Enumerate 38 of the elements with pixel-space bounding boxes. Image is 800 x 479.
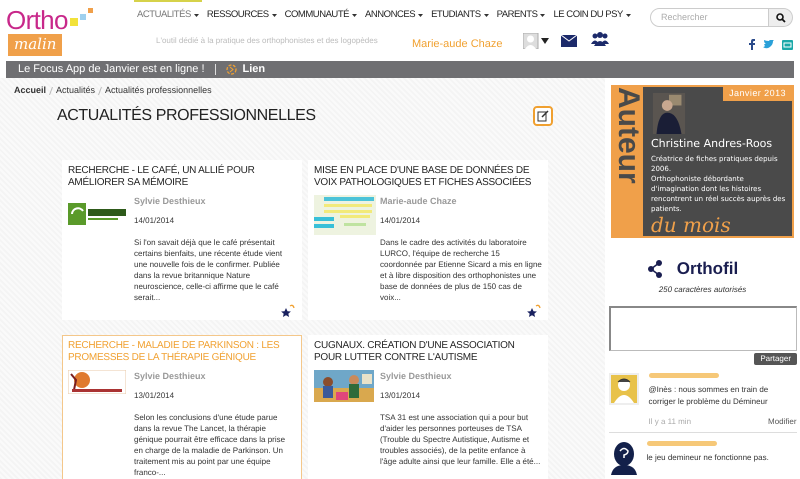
article-title[interactable]: MISE EN PLACE D'UNE BASE DE DONNÉES DE VOIX PATHOLOGIQUES ET FICHES ASSOCIÉES [314, 164, 542, 188]
nav-tab[interactable]: RESSOURCES [204, 0, 280, 24]
announcement-link[interactable]: Lien [242, 61, 266, 78]
share-button[interactable]: Partager [754, 352, 797, 364]
announcement-text: Le Focus App de Janvier est en ligne ! [18, 62, 205, 78]
logo-wordmark[interactable]: Ortho [6, 6, 68, 34]
character-limit-hint: 250 caractères autorisés [658, 284, 746, 296]
nav-tab[interactable]: COMMUNAUTÉ [282, 0, 360, 24]
edit-link[interactable]: Modifier [768, 416, 796, 428]
banner-footer-word: du mois [651, 214, 732, 236]
article-excerpt: Dans le cadre des activités du laboratoire LURCO, l'équipe de recherche 15 coordonnée par Etienne Sicard a mis en ligne et à libre disposition des orthophonistes une base de données de plus de 150 cas de voix... [380, 237, 542, 303]
banner-month: Janvier 2013 [723, 87, 792, 100]
search-field[interactable]: Rechercher [650, 8, 769, 27]
breadcrumb-link[interactable]: Actualités professionnelles [105, 84, 212, 98]
nav-tab[interactable]: PARENTS [494, 0, 548, 24]
breadcrumb-link[interactable]: Actualités [56, 84, 96, 98]
breadcrumb-link[interactable]: Accueil [14, 84, 46, 98]
author-name: Christine Andres-Roos [651, 136, 774, 152]
article-excerpt: Si l'on savait déjà que le café présentait certains bienfaits, une récente étude vient une nouvelle fois de le confirmer. Publiée dans la revue britannique Nature neuroscience, celle-ci affirme que le café serait... [134, 237, 284, 303]
banner-side-word: Auteur [613, 87, 643, 184]
article-date: 13/01/2014 [134, 390, 176, 402]
nav-tab[interactable]: ANNONCES [362, 0, 426, 24]
comment-text: le jeu demineur ne fonctionne pas. [646, 452, 770, 464]
nav-tab[interactable]: ACTUALITÉS [134, 0, 202, 24]
article-excerpt: TSA 31 est une association qui a pour but d'aider les personnes porteuses de TSA (Trouble du Spectre Autistique, Autisme et troubles associés), de la petite enfance à l'âge adulte ainsi que leur famille. Elle a été... [380, 412, 542, 467]
orthofil-title: Orthofil [676, 258, 738, 280]
comment-text: @Inès : nous sommes en train de corriger le problème du Démineur [648, 384, 770, 408]
article-date: 13/01/2014 [380, 390, 422, 402]
article-excerpt: Selon les conclusions d'une étude parue dans la revue The Lancet, la thérapie génique pourrait être efficace dans la prise en charge de la maladie de Parkinson. Un traitement mis au point par une équipe franco-... [134, 412, 286, 478]
article-title[interactable]: CUGNAUX. CRÉATION D'UNE ASSOCIATION POUR LUTTER CONTRE L'AUTISME [314, 340, 542, 364]
site-tagline: L'outil dédié à la pratique des orthophonistes et des logopèdes [156, 34, 379, 46]
nav-tab[interactable]: LE COIN DU PSY [550, 0, 634, 24]
nav-tab[interactable]: ETUDIANTS [428, 0, 492, 24]
comment-time: Il y a 11 min [648, 416, 692, 428]
article-date: 14/01/2014 [134, 215, 176, 227]
article-title[interactable]: RECHERCHE - LE CAFÉ, UN ALLIÉ POUR AMÉLIORER SA MÉMOIRE [68, 164, 296, 188]
page-title: ACTUALITÉS PROFESSIONNELLES [57, 105, 316, 126]
article-date: 14/01/2014 [380, 215, 422, 227]
